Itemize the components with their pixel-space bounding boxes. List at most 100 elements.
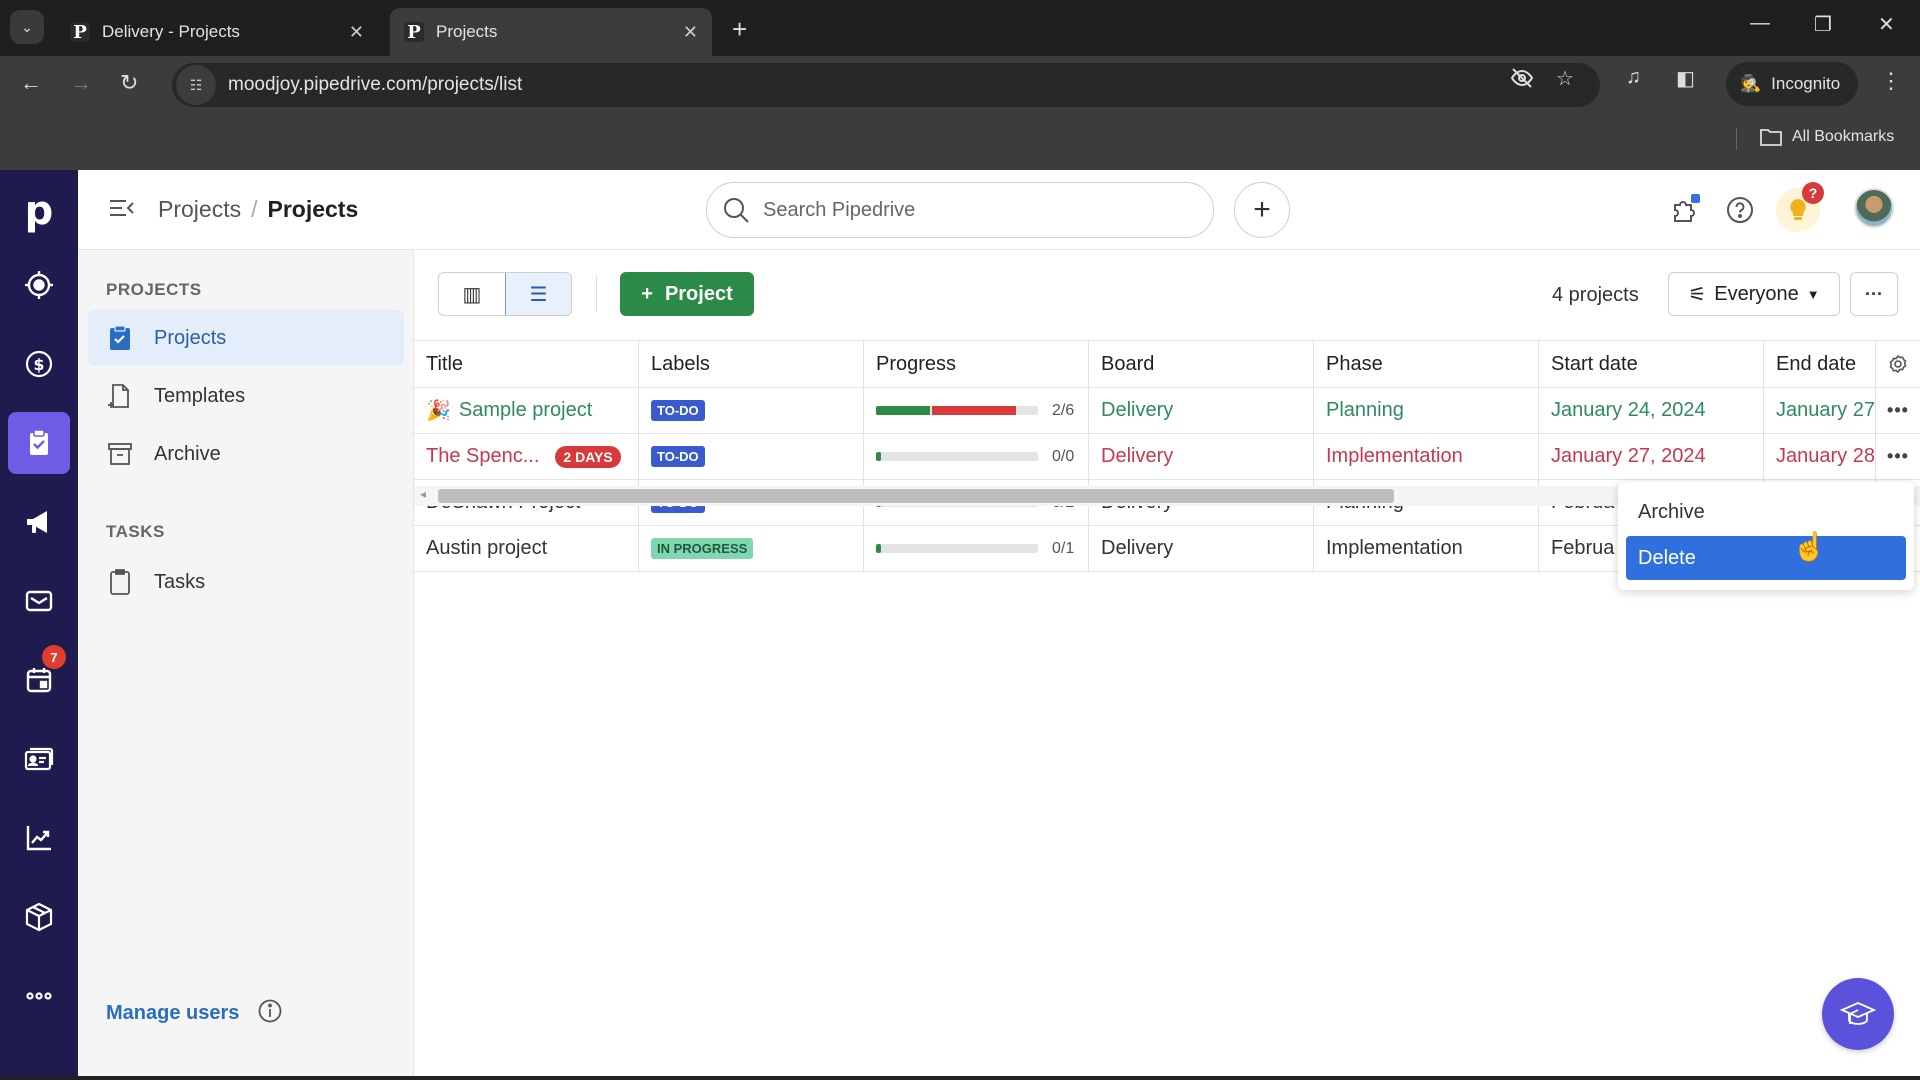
search-box[interactable] [706, 182, 1214, 238]
cell-board[interactable]: Delivery [1089, 434, 1314, 479]
folder-icon [1760, 129, 1782, 146]
table-row[interactable]: 🎉 Sample project TO-DO 2/6 Delivery Planning J… [414, 388, 1920, 434]
cell-board[interactable]: Delivery [1089, 526, 1314, 571]
column-header-title[interactable]: Title [414, 341, 639, 387]
window-close-button[interactable]: ✕ [1878, 12, 1895, 37]
projects-sidebar: PROJECTS Projects Templates Archive TASK… [78, 250, 414, 1080]
project-title-link[interactable]: Austin project [426, 537, 547, 560]
search-input[interactable] [763, 198, 1183, 222]
address-bar[interactable]: ☷ moodjoy.pipedrive.com/projects/list [172, 63, 1600, 107]
browser-tab[interactable]: P Delivery - Projects ✕ [56, 8, 378, 56]
column-settings-button[interactable] [1876, 341, 1920, 387]
cell-start-date[interactable]: January 24, 2024 [1539, 388, 1764, 433]
nav-products[interactable] [8, 886, 70, 948]
sidebar-item-templates[interactable]: Templates [88, 368, 404, 424]
label-pill: TO-DO [651, 400, 705, 421]
cell-board[interactable]: Delivery [1089, 388, 1314, 433]
cell-labels[interactable]: TO-DO [639, 388, 864, 433]
side-panel-icon[interactable]: ◧ [1676, 66, 1695, 91]
academy-button[interactable] [1822, 978, 1894, 1050]
cell-phase[interactable]: Implementation [1314, 434, 1539, 479]
nav-activities[interactable]: 7 [8, 645, 70, 711]
column-header-labels[interactable]: Labels [639, 341, 864, 387]
browser-tab-active[interactable]: P Projects ✕ [390, 8, 712, 56]
new-tab-button[interactable]: + [732, 14, 747, 45]
nav-leads[interactable] [8, 254, 70, 316]
cell-end-date[interactable]: January 27 [1764, 388, 1876, 433]
column-header-start-date[interactable]: Start date [1539, 341, 1764, 387]
menu-item-archive[interactable]: Archive [1626, 490, 1906, 534]
back-button[interactable]: ← [20, 70, 42, 96]
column-header-end-date[interactable]: End date [1764, 341, 1876, 387]
cell-title[interactable]: 🎉 Sample project [414, 388, 639, 433]
nav-contacts[interactable] [8, 728, 70, 790]
nav-more[interactable] [8, 965, 70, 1027]
all-bookmarks-button[interactable]: All Bookmarks [1760, 128, 1894, 146]
tips-button[interactable]: ? [1776, 182, 1824, 232]
nav-projects[interactable] [8, 412, 70, 474]
cell-title[interactable]: Austin project [414, 526, 639, 571]
cell-phase[interactable]: Implementation [1314, 526, 1539, 571]
project-title-link[interactable]: Sample project [459, 399, 592, 422]
tab-search-button[interactable]: ⌄ [10, 10, 44, 44]
breadcrumb-parent[interactable]: Projects [158, 196, 241, 223]
cell-progress: 0/0 [864, 434, 1089, 479]
nav-campaigns[interactable] [8, 491, 70, 553]
cell-start-date[interactable]: January 27, 2024 [1539, 434, 1764, 479]
row-actions-button[interactable]: ••• [1876, 388, 1920, 433]
incognito-profile-button[interactable]: 🕵 Incognito [1726, 62, 1858, 106]
info-icon[interactable] [257, 998, 283, 1029]
media-control-icon[interactable]: ♫ [1626, 66, 1641, 89]
forward-button[interactable]: → [70, 70, 92, 96]
more-options-button[interactable]: ··· [1850, 272, 1898, 316]
list-view-button[interactable]: ☰ [505, 273, 571, 315]
quick-add-button[interactable]: + [1234, 182, 1290, 238]
cell-end-date[interactable]: January 28 [1764, 434, 1876, 479]
reload-button[interactable]: ↻ [120, 70, 138, 96]
target-icon [25, 271, 53, 299]
add-project-button[interactable]: + Project [620, 272, 754, 316]
column-header-phase[interactable]: Phase [1314, 341, 1539, 387]
help-button[interactable] [1718, 188, 1762, 232]
scrollbar-thumb[interactable] [438, 489, 1394, 503]
column-header-board[interactable]: Board [1089, 341, 1314, 387]
pipedrive-logo[interactable]: p [0, 188, 78, 234]
minimize-button[interactable]: — [1750, 12, 1770, 35]
bookmarks-bar: All Bookmarks [0, 114, 1920, 170]
pipedrive-favicon-icon: P [70, 22, 90, 43]
user-avatar[interactable] [1854, 188, 1894, 228]
sidebar-item-label: Projects [154, 326, 227, 349]
column-header-progress[interactable]: Progress [864, 341, 1089, 387]
bookmark-star-icon[interactable]: ☆ [1556, 66, 1574, 91]
menu-item-delete[interactable]: Delete [1626, 536, 1906, 580]
board-view-button[interactable]: ▥ [439, 273, 505, 315]
cell-labels[interactable]: IN PROGRESS [639, 526, 864, 571]
plus-icon: + [641, 282, 653, 305]
sidebar-item-projects[interactable]: Projects [88, 310, 404, 366]
progress-count: 0/0 [1052, 447, 1075, 465]
nav-insights[interactable] [8, 807, 70, 869]
browser-menu-icon[interactable]: ⋮ [1880, 68, 1902, 94]
site-settings-icon[interactable]: ☷ [176, 65, 216, 105]
cell-title[interactable]: The Spenc... 2 DAYS [414, 434, 639, 479]
project-title-link[interactable]: The Spenc... [426, 445, 539, 468]
nav-deals[interactable]: $ [8, 333, 70, 395]
cell-labels[interactable]: TO-DO [639, 434, 864, 479]
nav-mail[interactable] [8, 570, 70, 632]
marketplace-button[interactable] [1662, 188, 1706, 232]
row-actions-button[interactable]: ••• [1876, 434, 1920, 479]
manage-users-link[interactable]: Manage users [106, 1002, 239, 1025]
restore-button[interactable]: ❐ [1814, 12, 1832, 37]
collapse-menu-icon[interactable] [108, 196, 136, 224]
close-icon[interactable]: ✕ [349, 22, 364, 43]
owner-filter-button[interactable]: ⚟ Everyone ▼ [1668, 272, 1840, 316]
close-icon[interactable]: ✕ [683, 22, 698, 43]
table-row[interactable]: The Spenc... 2 DAYS TO-DO 0/0 Delivery Implem… [414, 434, 1920, 480]
cell-phase[interactable]: Planning [1314, 388, 1539, 433]
url-text[interactable]: moodjoy.pipedrive.com/projects/list [228, 74, 522, 96]
notification-dot [1691, 194, 1700, 203]
eye-off-icon[interactable] [1510, 66, 1534, 96]
sidebar-item-archive[interactable]: Archive [88, 426, 404, 482]
scroll-left-icon[interactable]: ◂ [420, 487, 426, 501]
sidebar-item-tasks[interactable]: Tasks [88, 554, 404, 610]
